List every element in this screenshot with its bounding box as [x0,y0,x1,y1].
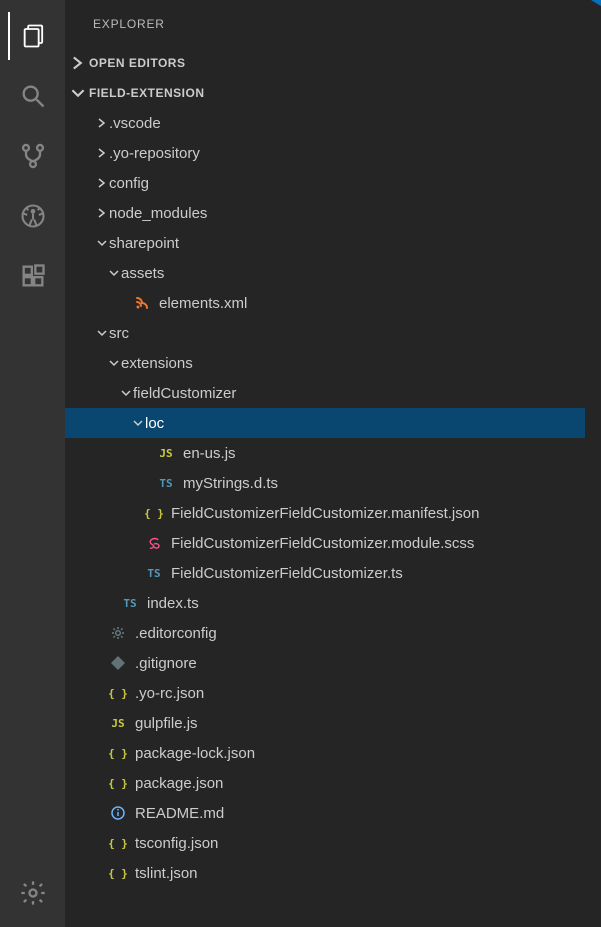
file-label: elements.xml [159,295,585,312]
file-row[interactable]: TS index.ts [65,588,585,618]
file-label: en-us.js [183,445,585,462]
file-label: gulpfile.js [135,715,585,732]
file-label: FieldCustomizerFieldCustomizer.module.sc… [171,535,585,552]
folder-label: extensions [121,355,585,372]
file-label: myStrings.d.ts [183,475,585,492]
file-row[interactable]: { } FieldCustomizerFieldCustomizer.manife… [65,498,585,528]
chevron-right-icon [95,178,109,188]
file-row[interactable]: { } package.json [65,768,585,798]
chevron-down-icon [107,358,121,368]
ts-file-icon: TS [121,594,139,612]
file-row[interactable]: { } tsconfig.json [65,828,585,858]
git-file-icon [109,654,127,672]
folder-row[interactable]: .vscode [65,108,585,138]
file-label: .yo-rc.json [135,685,585,702]
file-row[interactable]: elements.xml [65,288,585,318]
xml-file-icon [133,294,151,312]
file-row[interactable]: { } package-lock.json [65,738,585,768]
folder-row[interactable]: loc [65,408,585,438]
chevron-down-icon [131,418,145,428]
folder-row[interactable]: extensions [65,348,585,378]
file-row[interactable]: { } .yo-rc.json [65,678,585,708]
open-editors-label: OPEN EDITORS [89,56,185,70]
json-file-icon: { } [109,864,127,882]
file-row[interactable]: .editorconfig [65,618,585,648]
json-file-icon: { } [145,504,163,522]
scroll-edge [585,0,601,927]
folder-label: node_modules [109,205,585,222]
project-section[interactable]: FIELD-EXTENSION [65,78,585,108]
file-label: package.json [135,775,585,792]
extensions-icon[interactable] [9,252,57,300]
chevron-right-icon [71,56,85,70]
sidebar-title: EXPLORER [65,0,585,48]
file-label: tsconfig.json [135,835,585,852]
folder-label: .vscode [109,115,585,132]
open-editors-section[interactable]: OPEN EDITORS [65,48,585,78]
explorer-icon[interactable] [8,12,56,60]
chevron-down-icon [119,388,133,398]
json-file-icon: { } [109,834,127,852]
info-file-icon [109,804,127,822]
chevron-down-icon [95,328,109,338]
js-file-icon: JS [109,714,127,732]
config-file-icon [109,624,127,642]
folder-row[interactable]: src [65,318,585,348]
scss-file-icon [145,534,163,552]
explorer-sidebar: EXPLORER OPEN EDITORS FIELD-EXTENSION .v… [65,0,585,927]
activity-bar [0,0,65,927]
json-file-icon: { } [109,684,127,702]
folder-label: src [109,325,585,342]
folder-label: .yo-repository [109,145,585,162]
file-row[interactable]: .gitignore [65,648,585,678]
file-row[interactable]: JS en-us.js [65,438,585,468]
chevron-down-icon [71,86,85,100]
file-label: package-lock.json [135,745,585,762]
settings-gear-icon[interactable] [9,869,57,917]
chevron-right-icon [95,208,109,218]
chevron-right-icon [95,148,109,158]
ts-file-icon: TS [145,564,163,582]
source-control-icon[interactable] [9,132,57,180]
file-row[interactable]: { } tslint.json [65,858,585,888]
folder-row[interactable]: .yo-repository [65,138,585,168]
folder-row[interactable]: config [65,168,585,198]
project-name: FIELD-EXTENSION [89,86,205,100]
folder-label: fieldCustomizer [133,385,585,402]
file-row[interactable]: TS FieldCustomizerFieldCustomizer.ts [65,558,585,588]
chevron-down-icon [95,238,109,248]
folder-row[interactable]: sharepoint [65,228,585,258]
file-label: .gitignore [135,655,585,672]
file-row[interactable]: JS gulpfile.js [65,708,585,738]
json-file-icon: { } [109,744,127,762]
js-file-icon: JS [157,444,175,462]
ts-file-icon: TS [157,474,175,492]
file-label: FieldCustomizerFieldCustomizer.ts [171,565,585,582]
folder-label: config [109,175,585,192]
chevron-down-icon [107,268,121,278]
folder-label: loc [145,415,585,432]
file-label: index.ts [147,595,585,612]
folder-row[interactable]: node_modules [65,198,585,228]
file-row[interactable]: README.md [65,798,585,828]
file-tree: .vscode .yo-repository config node_moduless… [65,108,585,927]
json-file-icon: { } [109,774,127,792]
folder-row[interactable]: assets [65,258,585,288]
folder-row[interactable]: fieldCustomizer [65,378,585,408]
search-icon[interactable] [9,72,57,120]
file-label: FieldCustomizerFieldCustomizer.manifest.… [171,505,585,522]
debug-icon[interactable] [9,192,57,240]
chevron-right-icon [95,118,109,128]
folder-label: assets [121,265,585,282]
file-label: tslint.json [135,865,585,882]
file-row[interactable]: FieldCustomizerFieldCustomizer.module.sc… [65,528,585,558]
file-row[interactable]: TS myStrings.d.ts [65,468,585,498]
file-label: .editorconfig [135,625,585,642]
file-label: README.md [135,805,585,822]
folder-label: sharepoint [109,235,585,252]
